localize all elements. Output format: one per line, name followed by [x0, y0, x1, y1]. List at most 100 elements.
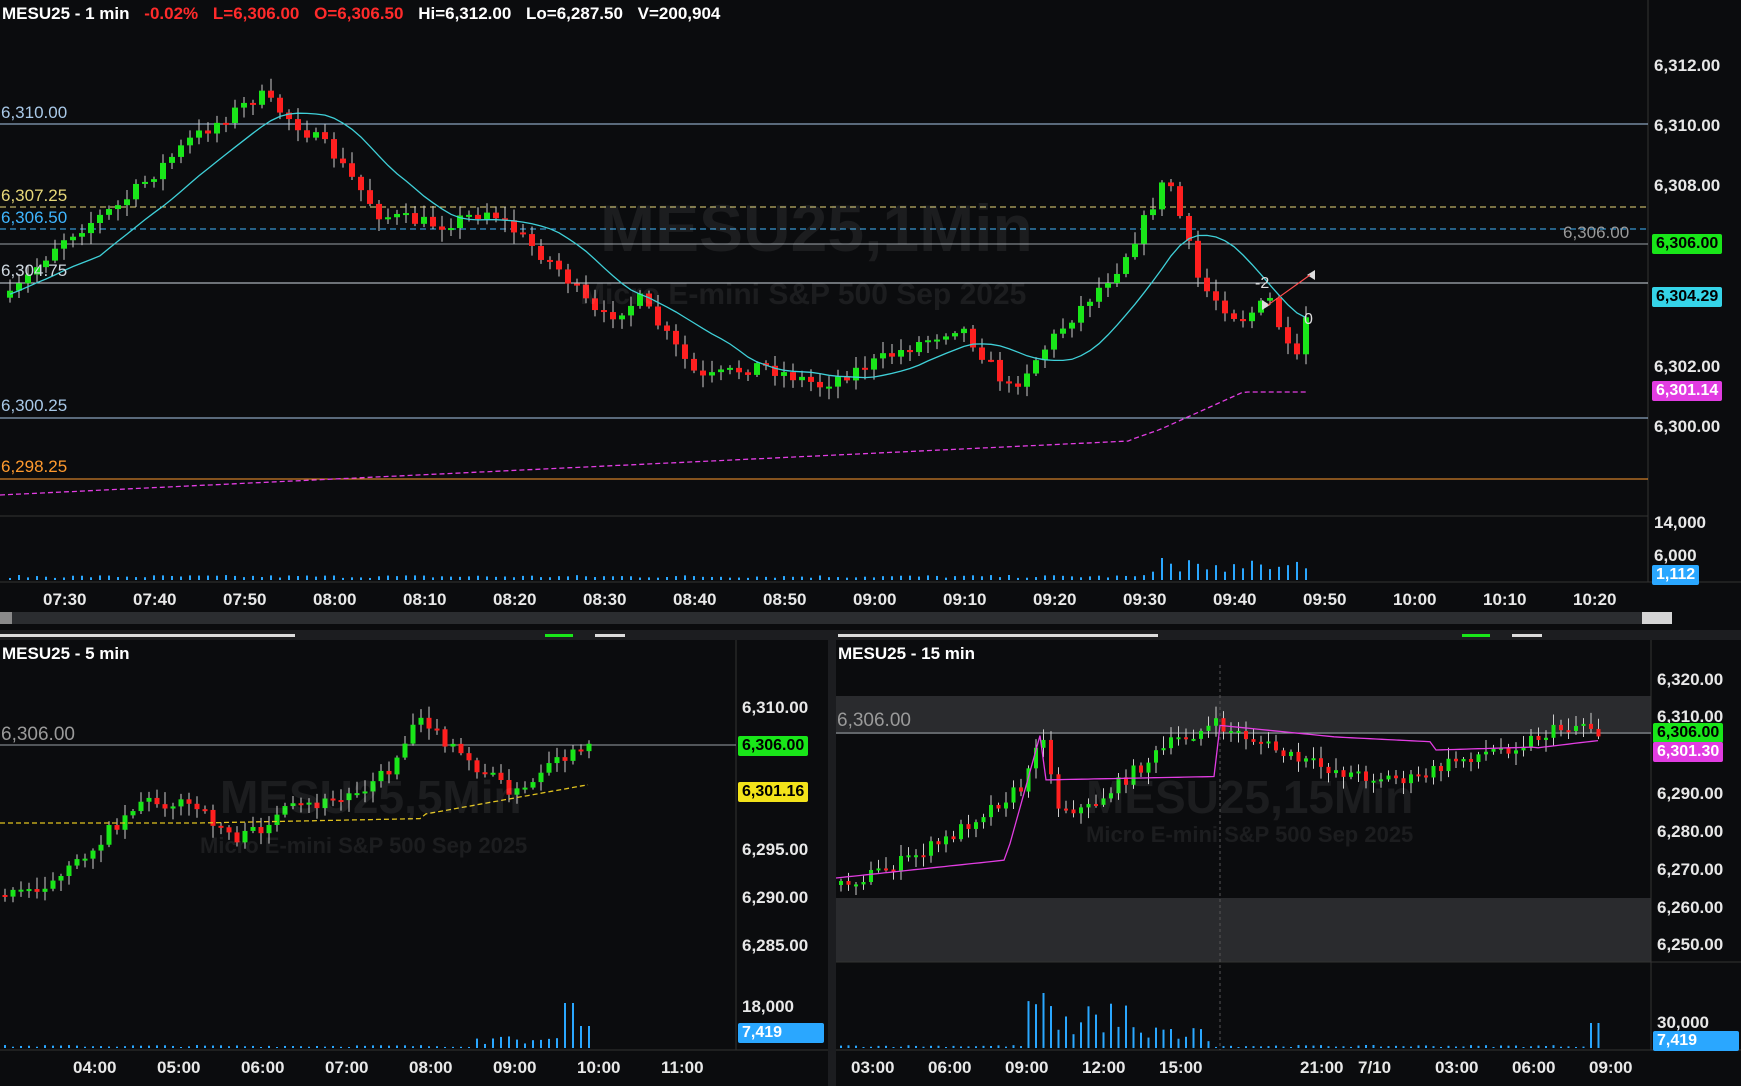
chart-15min-panel[interactable]: MESU25,15Min Micro E-mini S&P 500 Sep 20…	[836, 640, 1741, 1086]
scroll-handle-right[interactable]	[1642, 612, 1672, 624]
volume-bar	[1102, 1032, 1105, 1048]
shaded-band-lower	[836, 898, 1651, 962]
volume-bar	[907, 1045, 910, 1048]
candle-body	[439, 226, 445, 230]
candle-body	[1069, 322, 1075, 329]
y-label: 6,295.00	[742, 840, 809, 859]
chart-1min-title-bar: MESU25 - 1 min -0.02% L=6,306.00 O=6,306…	[2, 4, 730, 24]
y-label: 6,302.00	[1654, 357, 1721, 376]
chart-1min-panel[interactable]: MESU25,1Min Micro E-mini S&P 500 Sep 202…	[0, 0, 1741, 630]
volume-bar	[332, 1045, 334, 1048]
candle-body	[959, 824, 963, 840]
candle-body	[79, 233, 85, 237]
candle-body	[673, 330, 679, 345]
volume-bar	[675, 576, 677, 580]
candle-body	[403, 213, 409, 216]
candle-body	[106, 825, 112, 845]
volume-bar	[1537, 1045, 1540, 1048]
candle-body	[146, 797, 152, 802]
volume-bar	[316, 1046, 318, 1048]
x-label: 09:10	[943, 590, 987, 609]
horizontal-scrollbar-1min[interactable]	[0, 612, 1650, 624]
candle-body	[907, 350, 913, 353]
divider-vertical[interactable]	[828, 640, 836, 1086]
candle-body	[781, 372, 787, 376]
candle-body	[1169, 737, 1173, 749]
candle-body	[1446, 758, 1451, 772]
candle-body	[1064, 808, 1068, 811]
volume-bar	[1251, 560, 1253, 580]
candle-body	[70, 236, 76, 241]
candle-body	[876, 868, 881, 871]
volume-bar	[204, 1045, 206, 1048]
candle-body	[66, 865, 72, 877]
candle-body	[133, 183, 139, 200]
candle-body	[1276, 297, 1282, 328]
chart-15min-plot[interactable]	[836, 640, 1741, 1086]
candle-body	[610, 312, 616, 320]
volume-bar	[1179, 571, 1181, 580]
volume-bar	[164, 1045, 166, 1048]
y-label: 6,290.00	[1657, 784, 1724, 803]
volume-bar	[1134, 576, 1136, 580]
candle-body	[493, 212, 499, 219]
x-label: 03:00	[851, 1058, 895, 1077]
candle-body	[562, 757, 568, 761]
volume-bar	[1447, 1045, 1450, 1048]
volume-bar	[1080, 577, 1082, 580]
candle-body	[619, 315, 625, 320]
volume-bar	[1575, 1046, 1577, 1048]
candle-body	[1439, 765, 1443, 772]
candle-body	[1114, 273, 1120, 284]
scroll-arrow-left[interactable]	[0, 612, 12, 624]
volume-bar	[1522, 1046, 1525, 1048]
volume-bar	[915, 1045, 917, 1048]
candle-body	[511, 220, 517, 233]
volume-bar	[180, 1046, 182, 1048]
volume-bar	[1192, 1028, 1195, 1048]
candle-body	[966, 824, 971, 829]
chart-5min-panel[interactable]: MESU25,5Min Micro E-mini S&P 500 Sep 202…	[0, 640, 828, 1086]
volume-bar	[840, 1045, 842, 1048]
candle-body	[898, 350, 904, 357]
watermark-symbol-1min: MESU25,1Min	[600, 191, 1033, 265]
volume-bar	[549, 577, 551, 580]
volume-bar	[693, 576, 695, 580]
chart-1min-plot[interactable]	[0, 0, 1741, 630]
volume-bar	[1125, 1005, 1127, 1048]
volume-bar	[1222, 1046, 1225, 1048]
volume-bar	[885, 1045, 887, 1048]
volume-bar	[585, 576, 587, 580]
volume-bar	[72, 575, 74, 580]
volume-bar	[846, 577, 848, 580]
volume-bar	[747, 577, 749, 580]
volume-bar	[171, 575, 173, 580]
volume-bar	[156, 1045, 158, 1048]
volume-bar	[612, 576, 614, 580]
candle-body	[861, 882, 866, 885]
volume-bar	[1162, 1029, 1165, 1048]
x-label: 08:30	[583, 590, 627, 609]
right-level-label: 6,306.00	[1563, 223, 1630, 242]
volume-bar	[1125, 575, 1127, 580]
volume-bar	[603, 576, 605, 580]
level-label-629825: 6,298.25	[1, 457, 68, 476]
candle-body	[1311, 758, 1316, 761]
candle-body	[1015, 383, 1021, 387]
candle-body	[1589, 723, 1593, 729]
x-label: 09:30	[1123, 590, 1167, 609]
candle-body	[1019, 787, 1023, 792]
x-label: 12:00	[1082, 1058, 1126, 1077]
candle-body	[202, 809, 208, 812]
volume-bar	[855, 1045, 857, 1048]
volume-bar	[945, 577, 947, 580]
candle-body	[1249, 312, 1255, 322]
candle-body	[565, 269, 571, 284]
candle-body	[18, 889, 24, 892]
volume-bar	[1027, 1001, 1030, 1048]
chart-5min-plot[interactable]	[0, 640, 828, 1086]
volume-bar	[1005, 1046, 1007, 1048]
candle-body	[996, 804, 1001, 809]
candle-body	[520, 232, 526, 235]
watermark-desc-5min: Micro E-mini S&P 500 Sep 2025	[200, 833, 528, 858]
